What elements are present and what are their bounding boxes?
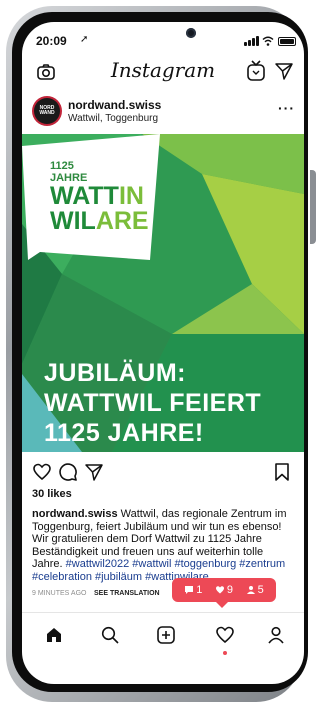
post-time: 9 MINUTES AGO [32,590,87,597]
badge-line-1: WATTIN [50,182,144,210]
post-caption: nordwand.swiss Wattwil, das regionale Ze… [32,508,294,584]
app-header: Instagram [22,52,304,88]
headline-line-3: 1125 JAHRE! [44,419,204,447]
search-icon[interactable] [100,625,120,645]
likes-count[interactable]: 30 likes [32,488,72,500]
headline-line-1: JUBILÄUM: [44,359,186,387]
status-time: 20:09 [36,34,67,48]
caption-username[interactable]: nordwand.swiss [32,508,118,520]
post-actions [22,458,304,486]
post-headline: JUBILÄUM: WATTWIL FEIERT 1125 JAHRE! [44,358,261,448]
post-username[interactable]: nordwand.swiss [68,98,161,112]
more-options-icon[interactable]: ··· [278,100,295,116]
share-icon[interactable] [84,462,104,482]
avatar[interactable]: NORD WAND [32,96,62,126]
comment-bubble-icon [185,586,194,594]
home-icon[interactable] [44,625,64,645]
activity-icon[interactable] [215,625,235,645]
activity-notification-badge[interactable]: 1 9 5 [172,578,276,608]
bookmark-icon[interactable] [274,462,290,482]
badge-years: 1125 [50,160,74,172]
post-image[interactable]: 1125 JAHRE WATTIN WILARE JUBILÄUM: WATTW… [22,134,304,452]
phone-screen: 20:09 ➚ Instagram NORD WAND nordwand.swi… [22,22,304,684]
post-location[interactable]: Wattwil, Toggenburg [68,113,158,124]
send-icon[interactable] [274,61,294,81]
person-icon [246,586,255,594]
comment-icon[interactable] [58,462,78,482]
badge-line-2: WILARE [50,207,149,235]
battery-icon [278,37,296,46]
post-header: NORD WAND nordwand.swiss Wattwil, Toggen… [22,92,304,132]
notif-followers: 5 [246,584,264,596]
location-arrow-icon: ➚ [80,34,89,45]
headline-line-2: WATTWIL FEIERT [44,389,262,417]
profile-icon[interactable] [266,625,286,645]
wifi-icon [262,36,274,46]
status-bar: 20:09 ➚ [22,22,304,52]
see-translation-link[interactable]: SEE TRANSLATION [94,590,160,597]
avatar-text-2: WAND [39,110,55,116]
add-icon[interactable] [156,625,176,645]
igtv-icon[interactable] [246,60,266,82]
badge-text: 1125 JAHRE WATTIN WILARE [50,160,149,234]
activity-dot [223,651,227,655]
heart-filled-icon [215,586,224,594]
side-button [310,170,316,244]
notif-likes: 9 [215,584,233,596]
front-camera [186,28,196,38]
bottom-nav [22,612,304,663]
notif-comments: 1 [184,584,202,596]
heart-icon[interactable] [32,462,52,482]
